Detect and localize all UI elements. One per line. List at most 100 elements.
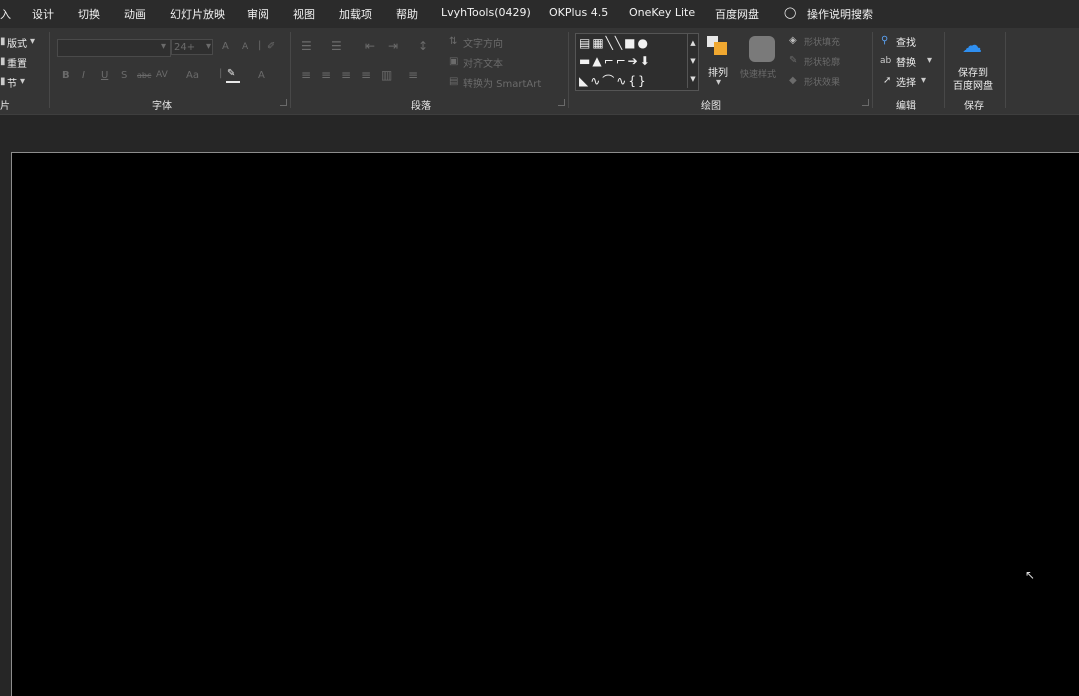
lightbulb-icon: ◯	[784, 6, 797, 19]
quick-styles-button[interactable]: 快速样式	[740, 67, 776, 80]
baidu-netdisk-icon: ☁	[962, 33, 982, 57]
layout-icon: ▮	[0, 36, 6, 47]
paragraph-align-icon[interactable]: ≡	[408, 69, 418, 81]
editor-workspace	[0, 115, 1079, 696]
chevron-down-icon: ▾	[206, 41, 212, 52]
section-button[interactable]: 节	[7, 75, 17, 90]
paint-bucket-icon: ◈	[789, 35, 797, 46]
group-label-slides: 片	[0, 101, 10, 112]
tab-onekey-lite[interactable]: OneKey Lite	[629, 6, 695, 19]
bold-button[interactable]: B	[62, 70, 70, 81]
clear-formatting-icon[interactable]: ✐	[267, 41, 275, 53]
slide-canvas[interactable]	[11, 152, 1079, 696]
grow-font-button[interactable]: A	[222, 41, 229, 52]
shapes-row: ▤▦╲╲■●	[579, 36, 650, 50]
tab-baidu-netdisk[interactable]: 百度网盘	[715, 6, 759, 22]
justify-icon[interactable]: ≡	[361, 69, 371, 81]
tab-help[interactable]: 帮助	[396, 6, 418, 22]
section-icon: ▮	[0, 76, 6, 87]
shapes-gallery[interactable]: ▤▦╲╲■● ▬▲⌐⌐➔⬇ ◣∿⌒∿{} ▲ ▼ ▼	[575, 33, 699, 91]
align-text-icon: ▣	[449, 56, 459, 67]
replace-icon: ab	[880, 56, 892, 66]
font-name-input[interactable]	[57, 39, 171, 57]
mouse-cursor-icon: ↖	[1025, 568, 1036, 582]
highlight-pen-icon[interactable]: ✎	[227, 68, 235, 80]
cursor-select-icon: ➚	[883, 75, 892, 86]
select-button[interactable]: 选择	[896, 74, 916, 89]
divider-icon: |	[219, 68, 223, 79]
group-divider	[290, 32, 291, 108]
columns-icon[interactable]: ▥	[381, 69, 392, 81]
shadow-button[interactable]: S	[121, 70, 127, 81]
underline-button[interactable]: U	[101, 70, 108, 81]
smartart-icon: ▤	[449, 76, 459, 87]
group-divider	[944, 32, 945, 108]
quick-styles-icon	[749, 36, 775, 62]
strikethrough-button[interactable]: abc	[137, 71, 151, 80]
drawing-dialog-launcher[interactable]	[862, 99, 869, 106]
chevron-down-icon: ▾	[927, 55, 933, 66]
chevron-down-icon: ▾	[30, 36, 36, 47]
layout-button[interactable]: 版式	[7, 35, 27, 50]
shapes-row: ▬▲⌐⌐➔⬇	[579, 54, 652, 68]
line-spacing-icon[interactable]: ↕	[418, 40, 428, 52]
numbering-icon[interactable]: ☰	[331, 40, 342, 52]
ribbon: ▮ 版式 ▾ ▮ 重置 ▮ 节 ▾ 片 ▾ 24+ ▾ A A | ✐ B I …	[0, 28, 1079, 115]
italic-button[interactable]: I	[82, 70, 85, 81]
tab-transitions[interactable]: 切换	[78, 6, 100, 22]
replace-button[interactable]: 替换	[896, 54, 916, 69]
gallery-scroll-up[interactable]: ▲	[687, 34, 698, 52]
highlight-color-bar	[226, 81, 240, 83]
tab-insert[interactable]: 入	[0, 6, 11, 22]
font-color-button[interactable]: A	[258, 70, 265, 81]
tab-addins[interactable]: 加载项	[339, 6, 372, 22]
tab-design[interactable]: 设计	[32, 6, 54, 22]
shrink-font-button[interactable]: A	[242, 42, 248, 52]
paragraph-dialog-launcher[interactable]	[558, 99, 565, 106]
shape-fill-button[interactable]: 形状填充	[804, 35, 840, 48]
align-right-icon[interactable]: ≡	[341, 69, 351, 81]
ribbon-tab-bar: 入 设计 切换 动画 幻灯片放映 审阅 视图 加载项 帮助 LvyhTools(…	[0, 0, 1079, 28]
tell-me-search[interactable]: 操作说明搜索	[807, 6, 873, 22]
group-label-save: 保存	[964, 101, 984, 112]
text-direction-icon: ⇅	[449, 36, 458, 47]
change-case-button[interactable]: Aa	[186, 70, 199, 81]
group-label-font: 字体	[152, 101, 172, 112]
pen-outline-icon: ✎	[789, 55, 798, 66]
character-spacing-button[interactable]: AV	[156, 70, 168, 80]
align-text-button[interactable]: 对齐文本	[463, 55, 503, 70]
tab-animations[interactable]: 动画	[124, 6, 146, 22]
tab-slideshow[interactable]: 幻灯片放映	[170, 6, 225, 22]
font-dialog-launcher[interactable]	[280, 99, 287, 106]
reset-button[interactable]: 重置	[7, 55, 27, 70]
tab-okplus[interactable]: OKPlus 4.5	[549, 6, 608, 19]
increase-indent-icon[interactable]: ⇥	[388, 40, 398, 52]
reset-icon: ▮	[0, 56, 6, 67]
save-to-baidu-button-line2[interactable]: 百度网盘	[953, 77, 993, 92]
search-icon: ⚲	[881, 35, 889, 46]
shape-effects-button[interactable]: 形状效果	[804, 75, 840, 88]
tab-lvyhtools[interactable]: LvyhTools(0429)	[441, 6, 531, 19]
bullets-icon[interactable]: ☰	[301, 40, 312, 52]
align-left-icon[interactable]: ≡	[301, 69, 311, 81]
shapes-row: ◣∿⌒∿{}	[579, 74, 648, 88]
arrange-icon-front	[714, 42, 727, 55]
group-label-paragraph: 段落	[411, 101, 431, 112]
gallery-expand[interactable]: ▼	[687, 70, 698, 88]
group-divider	[1005, 32, 1006, 108]
smartart-button[interactable]: 转换为 SmartArt	[463, 75, 541, 90]
tab-view[interactable]: 视图	[293, 6, 315, 22]
group-label-drawing: 绘图	[701, 101, 721, 112]
group-label-editing: 编辑	[896, 101, 916, 112]
find-button[interactable]: 查找	[896, 34, 916, 49]
text-direction-button[interactable]: 文字方向	[463, 35, 503, 50]
decrease-indent-icon[interactable]: ⇤	[365, 40, 375, 52]
chevron-down-icon: ▾	[161, 41, 167, 52]
shape-outline-button[interactable]: 形状轮廓	[804, 55, 840, 68]
align-center-icon[interactable]: ≡	[321, 69, 331, 81]
gallery-scroll-down[interactable]: ▼	[687, 52, 698, 70]
group-divider	[872, 32, 873, 108]
group-divider	[568, 32, 569, 108]
chevron-down-icon: ▾	[921, 75, 927, 86]
tab-review[interactable]: 审阅	[247, 6, 269, 22]
